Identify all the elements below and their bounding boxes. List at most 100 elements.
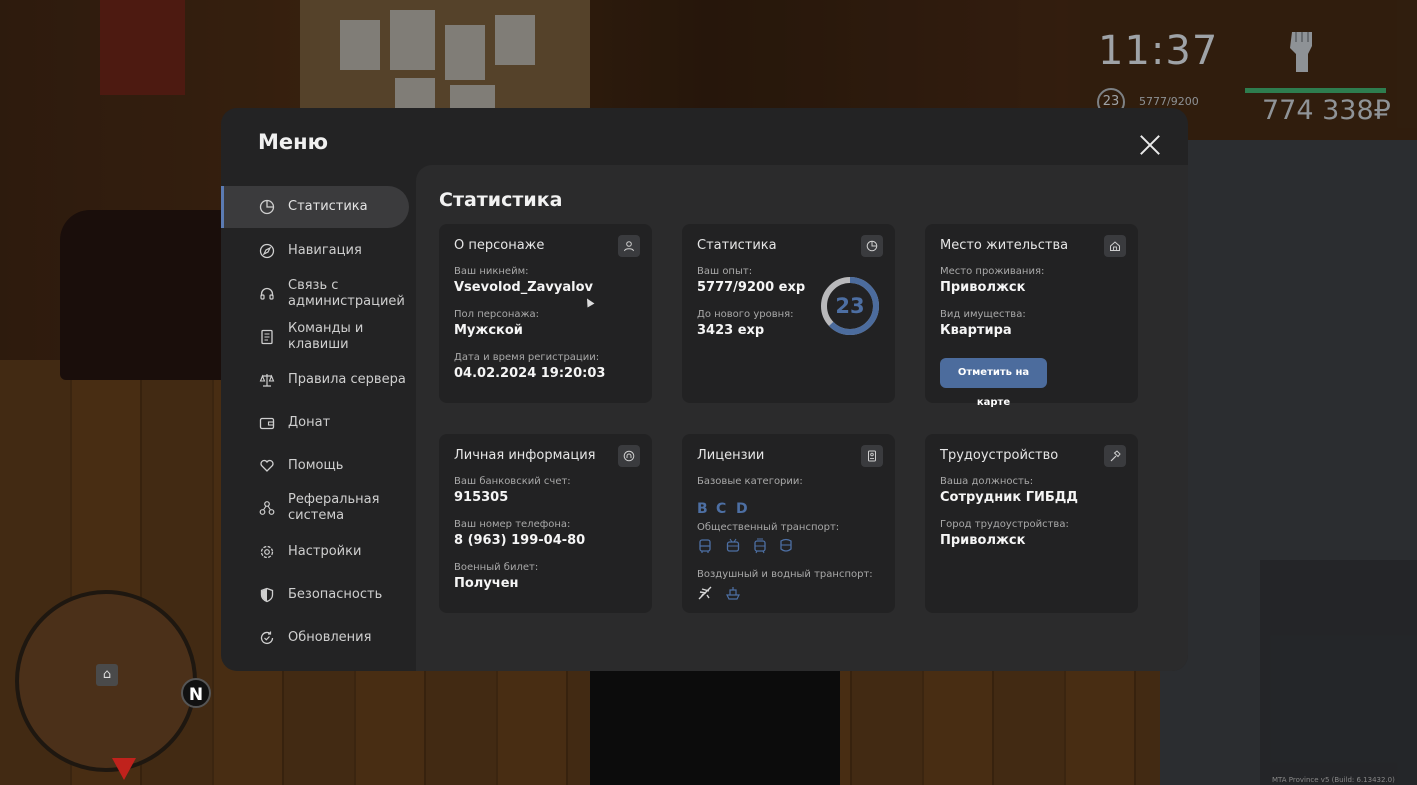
- sidebar-item-label: Статистика: [288, 199, 368, 214]
- sidebar-item-rules[interactable]: Правила сервера: [221, 370, 409, 390]
- card-title: Личная информация: [454, 448, 596, 463]
- next-level-label: До нового уровня:: [697, 309, 794, 320]
- shield-icon: [258, 586, 276, 604]
- sidebar-item-label: Правила сервера: [288, 372, 406, 387]
- sidebar-item-label: Донат: [288, 415, 331, 430]
- sidebar-item-label: Навигация: [288, 243, 362, 258]
- sidebar-item-statistics[interactable]: Статистика: [221, 186, 409, 228]
- position-value: Сотрудник ГИБДД: [940, 490, 1078, 505]
- headset-icon: [258, 285, 276, 303]
- nickname-label: Ваш никнейм:: [454, 266, 529, 277]
- menu-title: Меню: [258, 130, 329, 154]
- hud-health-bar: [1245, 88, 1386, 93]
- sidebar-item-label: Безопасность: [288, 587, 383, 602]
- sidebar-item-label: Реферальная система: [288, 492, 380, 523]
- refresh-icon: [258, 629, 276, 647]
- card-title: О персонаже: [454, 238, 545, 253]
- pie-chart-icon: [258, 198, 276, 216]
- sidebar-item-label: Команды и клавиши: [288, 321, 364, 352]
- exp-label: Ваш опыт:: [697, 266, 753, 277]
- tram-icon: [754, 538, 766, 554]
- level-number: 23: [835, 294, 865, 318]
- north-indicator: N: [181, 678, 211, 708]
- sidebar-item-label: Настройки: [288, 544, 362, 559]
- sidebar-item-referral[interactable]: Реферальная система: [221, 491, 409, 525]
- metro-icon: [780, 538, 792, 552]
- residence-label: Место проживания:: [940, 266, 1045, 277]
- job-city-value: Приволжск: [940, 533, 1026, 548]
- id-card-icon: [861, 445, 883, 467]
- sidebar-item-donate[interactable]: Донат: [221, 413, 409, 433]
- house-icon: ⌂: [96, 664, 118, 686]
- character-card: О персонаже Ваш никнейм: Vsevolod_Zavyal…: [439, 224, 652, 403]
- heart-hand-icon: [258, 457, 276, 475]
- network-icon: [258, 499, 276, 517]
- stats-card: Статистика Ваш опыт: 5777/9200 exp До но…: [682, 224, 895, 403]
- sidebar-item-security[interactable]: Безопасность: [221, 585, 409, 605]
- bank-value: 915305: [454, 490, 509, 505]
- card-title: Лицензии: [697, 448, 765, 463]
- license-category: C: [716, 501, 727, 517]
- job-card: Трудоустройство Ваша должность: Сотрудни…: [925, 434, 1138, 613]
- content-panel: Статистика О персонаже Ваш никнейм: Vsev…: [416, 165, 1188, 671]
- exp-value: 5777/9200 exp: [697, 280, 806, 295]
- job-city-label: Город трудоустройства:: [940, 519, 1069, 530]
- sidebar-item-label: Обновления: [288, 630, 372, 645]
- military-label: Военный билет:: [454, 562, 539, 573]
- hammer-icon: [1104, 445, 1126, 467]
- wallet-icon: [258, 414, 276, 432]
- license-category: D: [736, 501, 748, 517]
- boat-icon: [726, 587, 740, 600]
- air-water-transport-label: Воздушный и водный транспорт:: [697, 569, 873, 580]
- sidebar-item-navigation[interactable]: Навигация: [221, 241, 409, 261]
- license-category: B: [697, 501, 708, 517]
- gender-label: Пол персонажа:: [454, 309, 540, 320]
- military-value: Получен: [454, 576, 519, 591]
- sidebar-item-commands[interactable]: Команды и клавиши: [221, 320, 409, 354]
- card-title: Трудоустройство: [940, 448, 1059, 463]
- personal-card: Личная информация Ваш банковский счет: 9…: [439, 434, 652, 613]
- build-version: MTA Province v5 (Build: 6.13432.0): [1272, 776, 1395, 784]
- residence-value: Приволжск: [940, 280, 1026, 295]
- residence-card: Место жительства Место проживания: Приво…: [925, 224, 1138, 408]
- mark-on-map-button[interactable]: Отметить на карте: [940, 358, 1047, 408]
- base-categories-label: Базовые категории:: [697, 476, 803, 487]
- hud-clock: 11:37: [1098, 28, 1219, 74]
- player-marker-icon: [112, 758, 136, 780]
- pie-chart-icon: [861, 235, 883, 257]
- menu-window: Меню Статистика Навигация Связь с админи…: [221, 108, 1188, 671]
- phone-label: Ваш номер телефона:: [454, 519, 571, 530]
- trolleybus-icon: [726, 538, 740, 552]
- fist-icon: [1290, 32, 1312, 72]
- close-button[interactable]: [1139, 134, 1161, 156]
- property-value: Квартира: [940, 323, 1012, 338]
- fingerprint-icon: [618, 445, 640, 467]
- sidebar-item-help[interactable]: Помощь: [221, 456, 409, 476]
- card-title: Место жительства: [940, 238, 1069, 253]
- position-label: Ваша должность:: [940, 476, 1034, 487]
- page-title: Статистика: [439, 189, 563, 211]
- nickname-value: Vsevolod_Zavyalov: [454, 280, 593, 295]
- bus-icon: [699, 539, 711, 553]
- card-title: Статистика: [697, 238, 777, 253]
- home-icon: [1104, 235, 1126, 257]
- document-icon: [258, 328, 276, 346]
- user-icon: [618, 235, 640, 257]
- phone-value: 8 (963) 199-04-80: [454, 533, 586, 548]
- hud-exp-counter: 5777/9200: [1139, 95, 1199, 108]
- registration-label: Дата и время регистрации:: [454, 352, 600, 363]
- registration-value: 04.02.2024 19:20:03: [454, 366, 606, 381]
- next-level-value: 3423 exp: [697, 323, 765, 338]
- sidebar-item-admin-contact[interactable]: Связь с администрацией: [221, 277, 409, 311]
- sidebar-item-label: Связь с администрацией: [288, 278, 405, 309]
- compass-icon: [258, 242, 276, 260]
- hud-money: 774 338₽: [1262, 95, 1391, 126]
- licenses-card: Лицензии Базовые категории: B C D Общест…: [682, 434, 895, 613]
- property-label: Вид имущества:: [940, 309, 1026, 320]
- sidebar-item-updates[interactable]: Обновления: [221, 628, 409, 648]
- gear-icon: [258, 543, 276, 561]
- public-transport-label: Общественный транспорт:: [697, 522, 840, 533]
- scales-icon: [258, 371, 276, 389]
- sidebar-item-settings[interactable]: Настройки: [221, 542, 409, 562]
- sidebar-item-label: Помощь: [288, 458, 344, 473]
